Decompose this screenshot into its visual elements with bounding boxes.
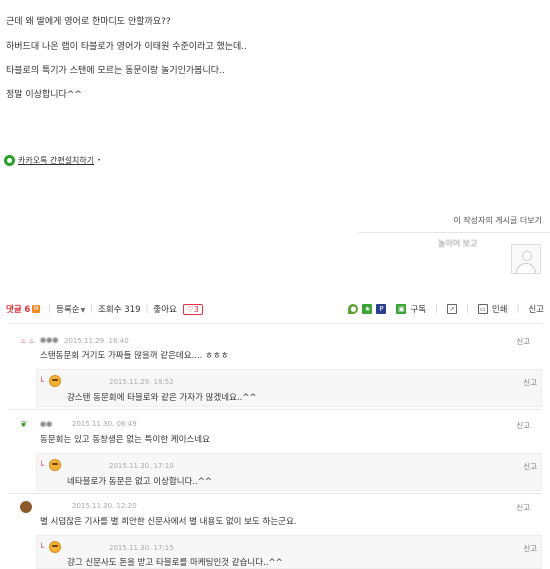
leaf-icon: ❦ bbox=[20, 420, 28, 430]
comment-item: ♨ ♨ ●●● 2015.11.29. 18:40 스탠동문회 거기도 가짜들 … bbox=[8, 323, 542, 367]
reply-text: 네타블로가 동문은 없고 이상합니다..^^ bbox=[67, 477, 213, 487]
avatar-emoji-icon bbox=[49, 375, 61, 387]
star-icon[interactable]: ★ bbox=[362, 304, 373, 314]
report-link[interactable]: 신고 bbox=[516, 336, 530, 347]
rss-icon[interactable]: ▣ bbox=[396, 304, 407, 314]
comment-text: 동문회는 있고 동창생은 없는 특이한 케이스네요 bbox=[40, 435, 210, 445]
comment-date: 2015.11.29. 18:40 bbox=[64, 337, 129, 345]
comment-nick[interactable]: ●● bbox=[40, 420, 52, 428]
share-icon[interactable]: ↗ bbox=[446, 304, 457, 314]
avatar-emoji-icon bbox=[49, 541, 61, 553]
sort-dropdown[interactable]: 등록순▼ bbox=[56, 303, 85, 315]
post-line: 하버드대 나온 랩이 타블로가 영어가 이태원 수준이라고 했는데.. bbox=[6, 42, 248, 52]
comment-nick[interactable]: ●●● bbox=[40, 336, 58, 344]
new-badge: N bbox=[32, 305, 41, 313]
reply-arrow-icon: └ bbox=[39, 543, 44, 552]
reply-date: 2015.11.29. 19:52 bbox=[109, 378, 174, 386]
kakao-install-label[interactable]: 카카오톡 간편설치하기 bbox=[18, 155, 94, 166]
comment-date: 2015.11.30. 06:49 bbox=[72, 420, 137, 428]
reply-date: 2015.11.30. 17:15 bbox=[109, 544, 174, 552]
reply-text: 걍스탠 동문회에 타블로와 같은 가자가 많겠네요..^^ bbox=[67, 393, 257, 403]
blog-icon[interactable]: P bbox=[376, 304, 387, 314]
post-line: 정말 이상합니다^^ bbox=[6, 90, 82, 100]
like-button[interactable]: 좋아요 ♡3 bbox=[153, 303, 203, 315]
report-link[interactable]: 신고 bbox=[523, 377, 537, 388]
reply-item: └ 2015.11.29. 19:52 걍스탠 동문회에 타블로와 같은 가자가… bbox=[36, 369, 542, 407]
divider bbox=[358, 232, 550, 233]
reply-item: └ 2015.11.30. 17:15 걍그 신문사도 돈을 받고 타블로를 마… bbox=[36, 535, 542, 569]
kakao-icon bbox=[4, 155, 15, 166]
reply-date: 2015.11.30. 17:10 bbox=[109, 462, 174, 470]
flame-icon: ♨ ♨ bbox=[20, 337, 35, 345]
post-line: 근데 왜 딸에게 영어로 한마디도 안할까요?? bbox=[6, 17, 171, 27]
report-post-link[interactable]: 신고 bbox=[528, 303, 544, 315]
comment-date: 2015.11.30. 12:20 bbox=[72, 502, 137, 510]
subscribe-label[interactable]: 구독 bbox=[410, 303, 426, 315]
reply-text: 걍그 신문사도 돈을 받고 타블로를 마케팅인것 같습니다..^^ bbox=[67, 558, 283, 568]
report-link[interactable]: 신고 bbox=[523, 461, 537, 472]
comments-tab[interactable]: 댓글 6 bbox=[6, 303, 30, 315]
post-body: 근데 왜 딸에게 영어로 한마디도 안할까요?? 하버드대 나온 랩이 타블로가… bbox=[0, 0, 550, 300]
report-link[interactable]: 신고 bbox=[523, 543, 537, 554]
post-line: 타블로의 특기가 스탠에 모르는 동문이랑 놀기인가봅니다.. bbox=[6, 66, 225, 76]
comment-text: 스탠동문회 거기도 가짜들 많을꺼 같은데요.... ㅎㅎㅎ bbox=[40, 351, 229, 361]
reply-arrow-icon: └ bbox=[39, 377, 44, 386]
pin-icon[interactable]: ● bbox=[348, 304, 359, 314]
post-tools: ● ★ P ▣ 구독 | ↗ | ▭ 인쇄 | 신고 bbox=[348, 303, 544, 315]
comment-toolbar: 댓글 6 N | 등록순▼ | 조회수 319 | 좋아요 ♡3 ● ★ P ▣… bbox=[0, 300, 550, 318]
more-by-author-link[interactable]: 이 작성자의 게시글 더보기 bbox=[453, 215, 542, 226]
avatar-emoji-icon bbox=[49, 459, 61, 471]
comment-item: ❦ ●● 2015.11.30. 06:49 동문회는 있고 동창생은 없는 특… bbox=[8, 409, 542, 451]
kakao-install-link[interactable]: 카카오톡 간편설치하기 • bbox=[4, 155, 101, 166]
comment-text: 별 시덥잖은 기사를 별 희안한 신문사에서 별 내용도 없이 보도 하는군요. bbox=[40, 517, 297, 527]
comment-item: 2015.11.30. 12:20 별 시덥잖은 기사를 별 희안한 신문사에서… bbox=[8, 493, 542, 535]
reply-arrow-icon: └ bbox=[39, 461, 44, 470]
report-link[interactable]: 신고 bbox=[516, 502, 530, 513]
print-icon[interactable]: ▭ bbox=[477, 304, 488, 314]
print-label[interactable]: 인쇄 bbox=[492, 303, 508, 315]
reply-item: └ 2015.11.30. 17:10 네타블로가 동문은 없고 이상합니다..… bbox=[36, 453, 542, 491]
view-count: 조회수 319 bbox=[98, 305, 141, 315]
user-avatar-icon bbox=[20, 501, 32, 513]
report-link[interactable]: 신고 bbox=[516, 420, 530, 431]
author-avatar[interactable] bbox=[511, 244, 541, 274]
chevron-down-icon: ▼ bbox=[80, 307, 86, 314]
author-name[interactable]: 놀이어 보고 bbox=[438, 238, 477, 249]
